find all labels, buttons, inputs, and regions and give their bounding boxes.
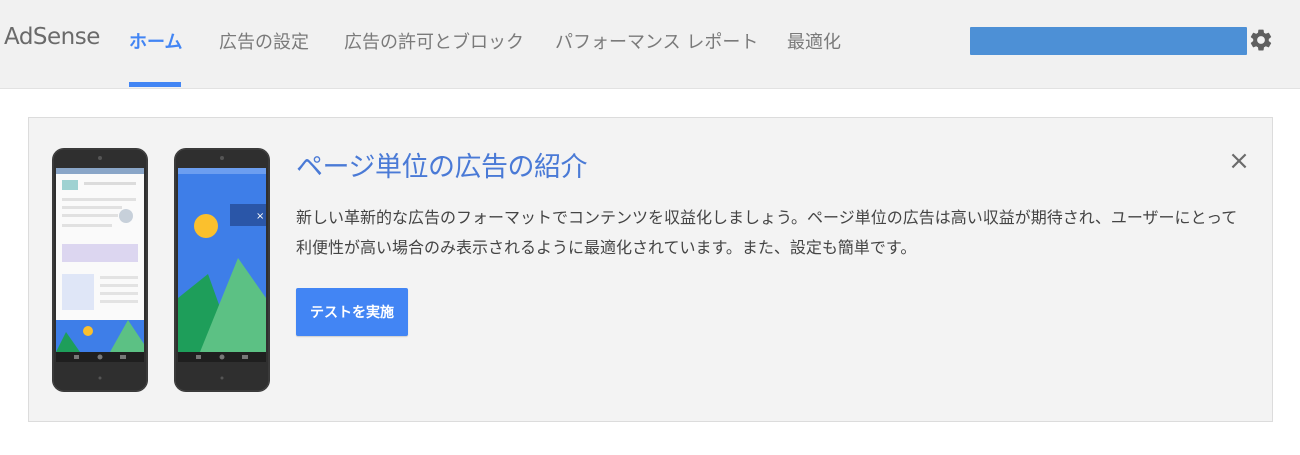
promo-title: ページ単位の広告の紹介 xyxy=(296,152,587,183)
tab-optimization[interactable]: 最適化 xyxy=(787,28,841,54)
tab-allow-block-ads[interactable]: 広告の許可とブロック xyxy=(344,28,524,54)
adsense-logo[interactable]: AdSense xyxy=(4,24,100,50)
close-icon[interactable]: × xyxy=(1226,148,1252,174)
svg-text:×: × xyxy=(256,211,264,222)
phone-vignette-ad-illustration: × xyxy=(174,148,270,392)
gear-icon[interactable] xyxy=(1248,27,1274,53)
active-tab-indicator xyxy=(129,82,181,87)
top-navigation-bar: AdSense ホーム 広告の設定 広告の許可とブロック パフォーマンス レポー… xyxy=(0,0,1300,89)
tab-home[interactable]: ホーム xyxy=(129,28,182,54)
promo-description: 新しい革新的な広告のフォーマットでコンテンツを収益化しましょう。ページ単位の広告… xyxy=(296,208,1238,257)
run-test-button[interactable]: テストを実施 xyxy=(296,288,408,336)
tab-performance-reports[interactable]: パフォーマンス レポート xyxy=(555,28,758,54)
account-selector[interactable] xyxy=(970,27,1247,55)
tab-ad-settings[interactable]: 広告の設定 xyxy=(219,28,309,54)
phone-anchor-ad-illustration xyxy=(52,148,148,392)
